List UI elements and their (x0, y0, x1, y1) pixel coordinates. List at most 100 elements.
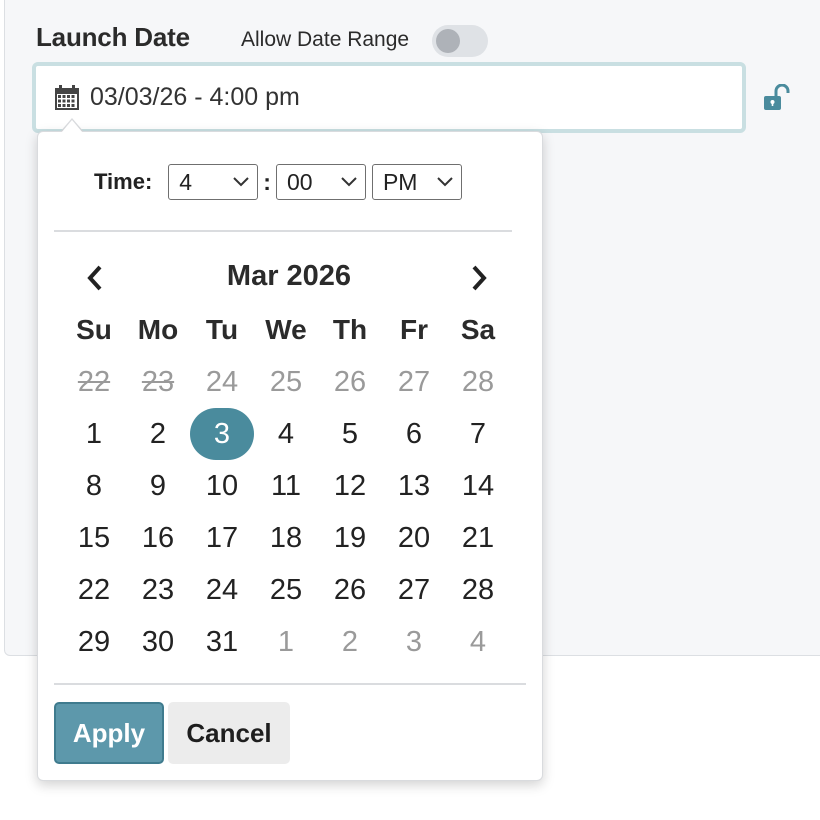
calendar-day[interactable]: 5 (318, 408, 382, 460)
unlocked-icon[interactable] (762, 84, 790, 112)
calendar-day-number: 18 (269, 522, 303, 554)
calendar-day-number: 9 (149, 470, 167, 502)
calendar-day[interactable]: 26 (318, 356, 382, 408)
calendar-day[interactable]: 11 (254, 460, 318, 512)
time-colon: : (263, 168, 271, 195)
calendar-day-number: 25 (269, 366, 303, 398)
calendar-grid: Su Mo Tu We Th Fr Sa 22 23 24 25 26 27 28 1 2 3 4 5 6 7 8 9 10 1… (62, 304, 510, 668)
calendar-day[interactable]: 16 (126, 512, 190, 564)
calendar-day-number: 10 (205, 470, 239, 502)
minute-select[interactable]: 00 (275, 164, 366, 200)
launch-date-label: Launch Date (36, 22, 190, 52)
next-month-button[interactable] (464, 262, 494, 294)
calendar-day[interactable]: 12 (318, 460, 382, 512)
calendar-day[interactable]: 26 (318, 564, 382, 616)
calendar-day[interactable]: 14 (446, 460, 510, 512)
calendar-day[interactable]: 30 (126, 616, 190, 668)
calendar-day-number: 2 (341, 626, 359, 658)
calendar-day-number: 31 (205, 626, 239, 658)
calendar-day[interactable]: 2 (318, 616, 382, 668)
weekday-header: Tu (205, 314, 239, 345)
footer-divider (54, 683, 526, 685)
calendar-day-number: 28 (461, 366, 495, 398)
calendar-day[interactable]: 15 (62, 512, 126, 564)
calendar-day[interactable]: 23 (126, 564, 190, 616)
calendar-day[interactable]: 25 (254, 356, 318, 408)
calendar-day-number: 23 (141, 366, 175, 398)
calendar-day-number: 8 (85, 470, 103, 502)
calendar-day[interactable]: 29 (62, 616, 126, 668)
calendar-day-selected[interactable]: 3 (190, 408, 254, 460)
calendar-day-number: 14 (461, 470, 495, 502)
calendar-day-number: 1 (277, 626, 295, 658)
calendar-day-number: 4 (277, 418, 295, 450)
hour-value: 4 (179, 168, 193, 195)
minute-value: 00 (286, 168, 313, 195)
calendar-day[interactable]: 28 (446, 564, 510, 616)
calendar-day-number: 24 (205, 366, 239, 398)
calendar-day-number: 15 (77, 522, 111, 554)
calendar-day[interactable]: 25 (254, 564, 318, 616)
calendar-day[interactable]: 21 (446, 512, 510, 564)
calendar-day-number: 20 (397, 522, 431, 554)
calendar-day[interactable]: 28 (446, 356, 510, 408)
toggle-knob (436, 29, 460, 53)
calendar-day-number: 7 (469, 418, 487, 450)
calendar-day[interactable]: 6 (382, 408, 446, 460)
calendar-day[interactable]: 4 (254, 408, 318, 460)
weekday-header: We (265, 314, 307, 345)
calendar-day[interactable]: 18 (254, 512, 318, 564)
calendar-day-number: 11 (270, 470, 302, 502)
calendar-day[interactable]: 20 (382, 512, 446, 564)
calendar-day[interactable]: 10 (190, 460, 254, 512)
weekday-header: Su (76, 314, 112, 345)
popover-caret-fill (61, 120, 83, 133)
calendar-day[interactable]: 8 (62, 460, 126, 512)
calendar-day[interactable]: 19 (318, 512, 382, 564)
calendar-day[interactable]: 9 (126, 460, 190, 512)
calendar-day-number: 25 (269, 574, 303, 606)
calendar-day[interactable]: 3 (382, 616, 446, 668)
calendar-day-number: 28 (461, 574, 495, 606)
calendar-day-number: 29 (77, 626, 111, 658)
weekday-header: Th (332, 314, 368, 345)
calendar-day[interactable]: 2 (126, 408, 190, 460)
calendar-day-number: 26 (333, 574, 367, 606)
chevron-down-icon (341, 177, 357, 187)
calendar-day[interactable]: 4 (446, 616, 510, 668)
calendar-day[interactable]: 24 (190, 564, 254, 616)
calendar-day-number: 22 (77, 366, 111, 398)
calendar-day[interactable]: 13 (382, 460, 446, 512)
calendar-day-number: 30 (141, 626, 175, 658)
calendar-day-number: 17 (205, 522, 239, 554)
hour-select[interactable]: 4 (168, 164, 259, 200)
calendar-day-number: 1 (85, 418, 103, 450)
calendar-day[interactable]: 31 (190, 616, 254, 668)
launch-date-input[interactable]: 03/03/26 - 4:00 pm (32, 62, 746, 133)
calendar-day-number: 3 (405, 626, 423, 658)
calendar-day[interactable]: 27 (382, 564, 446, 616)
calendar-day-number: 13 (397, 470, 431, 502)
calendar-day[interactable]: 27 (382, 356, 446, 408)
calendar-day[interactable]: 1 (254, 616, 318, 668)
ampm-select[interactable]: PM (371, 164, 462, 200)
apply-button[interactable]: Apply (54, 702, 164, 764)
calendar-day-number: 16 (141, 522, 175, 554)
calendar-day-number: 5 (341, 418, 359, 450)
calendar-day[interactable]: 7 (446, 408, 510, 460)
calendar-day-number: 21 (461, 522, 495, 554)
calendar-day[interactable]: 1 (62, 408, 126, 460)
weekday-header: Sa (460, 314, 496, 345)
calendar-day-number: 26 (333, 366, 367, 398)
cancel-button[interactable]: Cancel (168, 702, 290, 764)
time-label: Time: (94, 169, 153, 194)
calendar-day-number: 3 (190, 408, 254, 460)
calendar-day-number: 27 (397, 366, 431, 398)
time-divider (54, 230, 512, 232)
allow-date-range-toggle[interactable] (432, 25, 488, 57)
calendar-day[interactable]: 17 (190, 512, 254, 564)
calendar-day[interactable]: 24 (190, 356, 254, 408)
weekday-header: Mo (137, 314, 179, 345)
calendar-day-number: 2 (149, 418, 167, 450)
calendar-day[interactable]: 22 (62, 564, 126, 616)
